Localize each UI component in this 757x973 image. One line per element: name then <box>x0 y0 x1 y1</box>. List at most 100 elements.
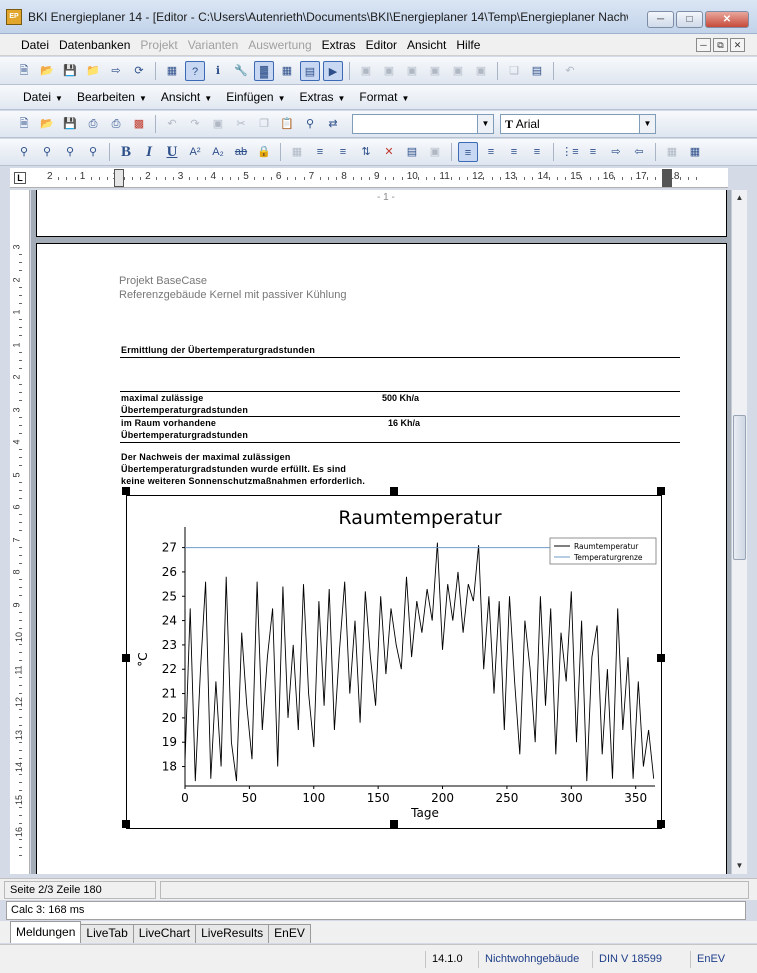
new-document-icon[interactable]: 🗎 <box>14 114 34 134</box>
align-left-icon[interactable]: ≡ <box>458 142 478 162</box>
window-icon[interactable]: ❏ <box>504 61 524 81</box>
resize-handle[interactable] <box>390 487 398 495</box>
pdf-icon[interactable]: ▩ <box>129 114 149 134</box>
help-icon[interactable]: ? <box>185 60 205 81</box>
replace-icon[interactable]: ⇄ <box>323 114 343 134</box>
save-document-icon[interactable]: 💾 <box>60 114 80 134</box>
mdi-close-button[interactable]: ✕ <box>730 38 745 52</box>
zoom-in-icon[interactable]: ⚲ <box>60 142 80 162</box>
menu-editor[interactable]: Editor <box>361 38 402 52</box>
wrench-icon[interactable]: 🔧 <box>231 61 251 81</box>
bar-chart-icon[interactable]: ▓ <box>254 60 274 81</box>
align-justify-icon[interactable]: ≡ <box>504 142 524 162</box>
info-icon[interactable]: ℹ <box>208 61 228 81</box>
open-project-icon[interactable]: 📁 <box>83 61 103 81</box>
tab-meldungen[interactable]: Meldungen <box>10 921 82 943</box>
minimize-button[interactable]: ─ <box>647 11 674 28</box>
style-combo[interactable]: ▼ <box>352 114 494 134</box>
editor-menu-4[interactable]: Extras ▼ <box>292 90 352 104</box>
print-preview-icon[interactable]: ⎙ <box>83 114 103 134</box>
calculator-icon[interactable]: ▦ <box>162 61 182 81</box>
menu-hilfe[interactable]: Hilfe <box>451 38 485 52</box>
vertical-ruler[interactable]: 3 2 1 1 2 3 4 5 6 7 8 9 10 11 12 13 14 15 16 <box>10 190 30 874</box>
copy-icon[interactable]: ❐ <box>254 114 274 134</box>
editor-menu-1[interactable]: Bearbeiten ▼ <box>70 90 154 104</box>
align-right-icon[interactable]: ≡ <box>527 142 547 162</box>
zoom-100-icon[interactable]: ⚲ <box>37 142 57 162</box>
redo-icon[interactable]: ↷ <box>185 114 205 134</box>
run-icon[interactable]: ▶ <box>323 60 343 81</box>
mdi-restore-button[interactable]: ⧉ <box>713 38 728 52</box>
italic-icon[interactable]: I <box>139 142 159 162</box>
menu-varianten[interactable]: Varianten <box>183 38 243 52</box>
chevron-down-icon[interactable]: ▼ <box>639 115 655 133</box>
tab-livechart[interactable]: LiveChart <box>132 924 197 943</box>
zoom-out-icon[interactable]: ⚲ <box>83 142 103 162</box>
scroll-up-icon[interactable]: ▲ <box>732 190 747 206</box>
scroll-down-icon[interactable]: ▼ <box>732 858 747 874</box>
merge-cells-icon[interactable]: ▤ <box>402 142 422 162</box>
indent-marker-left[interactable] <box>114 169 124 187</box>
select-all-icon[interactable]: ▣ <box>208 114 228 134</box>
editor-menu-0[interactable]: Datei ▼ <box>16 90 70 104</box>
zoom-page-icon[interactable]: ⚲ <box>14 142 34 162</box>
save-icon[interactable]: 💾 <box>60 61 80 81</box>
paste-icon[interactable]: 📋 <box>277 114 297 134</box>
menu-auswertung[interactable]: Auswertung <box>243 38 316 52</box>
strikethrough-icon[interactable]: ab <box>231 142 251 162</box>
editor-menu-5[interactable]: Format ▼ <box>352 90 416 104</box>
document-area[interactable]: - 1 - Projekt BaseCase Referenzgebäude K… <box>31 190 731 874</box>
split-view-icon[interactable]: ▤ <box>527 61 547 81</box>
split-cells-icon[interactable]: ▣ <box>425 142 445 162</box>
bold-icon[interactable]: B <box>116 142 136 162</box>
menu-ansicht[interactable]: Ansicht <box>402 38 451 52</box>
undo-icon[interactable]: ↶ <box>560 61 580 81</box>
open-document-icon[interactable]: 📂 <box>37 114 57 134</box>
underline-icon[interactable]: U <box>162 142 182 162</box>
lock-icon[interactable]: 🔒 <box>254 142 274 162</box>
subscript-icon[interactable]: A₂ <box>208 142 228 162</box>
variant-copy-icon[interactable]: ▣ <box>379 61 399 81</box>
chevron-down-icon[interactable]: ▼ <box>477 115 493 133</box>
indent-marker-right[interactable] <box>662 169 672 187</box>
superscript-icon[interactable]: A² <box>185 142 205 162</box>
editor-menu-3[interactable]: Einfügen ▼ <box>219 90 292 104</box>
decrease-indent-icon[interactable]: ⇦ <box>629 142 649 162</box>
find-icon[interactable]: ⚲ <box>300 114 320 134</box>
font-combo[interactable]: T Arial ▼ <box>500 114 656 134</box>
tab-enev[interactable]: EnEV <box>268 924 311 943</box>
menu-datenbanken[interactable]: Datenbanken <box>54 38 135 52</box>
scroll-thumb[interactable] <box>733 415 746 560</box>
variant-delete-icon[interactable]: ▣ <box>448 61 468 81</box>
editor-menu-2[interactable]: Ansicht ▼ <box>154 90 219 104</box>
tab-stop-selector[interactable]: L <box>14 172 26 184</box>
numbered-list-icon[interactable]: ≡ <box>583 142 603 162</box>
insert-column-icon[interactable]: ⇅ <box>356 142 376 162</box>
insert-table-icon[interactable]: ▦ <box>287 142 307 162</box>
bullet-list-icon[interactable]: ⋮≡ <box>560 142 580 162</box>
variant-edit-icon[interactable]: ▣ <box>425 61 445 81</box>
insert-row-icon[interactable]: ≡ <box>333 142 353 162</box>
chart-frame[interactable]: Raumtemperatur 18 19 20 21 22 23 24 25 26 27 0 50 100… <box>126 495 662 829</box>
table-icon[interactable]: ▦ <box>277 61 297 81</box>
undo-icon[interactable]: ↶ <box>162 114 182 134</box>
variant-add-icon[interactable]: ▣ <box>402 61 422 81</box>
close-button[interactable]: ✕ <box>705 11 749 28</box>
print-icon[interactable]: ⎙ <box>106 114 126 134</box>
variant-check-icon[interactable]: ▣ <box>471 61 491 81</box>
cut-icon[interactable]: ✂ <box>231 114 251 134</box>
menu-extras[interactable]: Extras <box>317 38 361 52</box>
borders-icon[interactable]: ▦ <box>662 142 682 162</box>
mdi-minimize-button[interactable]: ─ <box>696 38 711 52</box>
align-center-icon[interactable]: ≡ <box>481 142 501 162</box>
resize-handle[interactable] <box>122 487 130 495</box>
indent-rows-icon[interactable]: ≡ <box>310 142 330 162</box>
document-page[interactable]: Projekt BaseCase Referenzgebäude Kernel … <box>36 243 727 874</box>
variant-icon[interactable]: ▣ <box>356 61 376 81</box>
maximize-button[interactable]: □ <box>676 11 703 28</box>
delete-column-icon[interactable]: ✕ <box>379 142 399 162</box>
export-icon[interactable]: ⇨ <box>106 61 126 81</box>
grid-icon[interactable]: ▦ <box>685 142 705 162</box>
messages-panel[interactable]: Calc 3: 168 ms <box>6 901 746 920</box>
horizontal-ruler[interactable]: 21123456789101112131415161718 <box>10 168 728 188</box>
